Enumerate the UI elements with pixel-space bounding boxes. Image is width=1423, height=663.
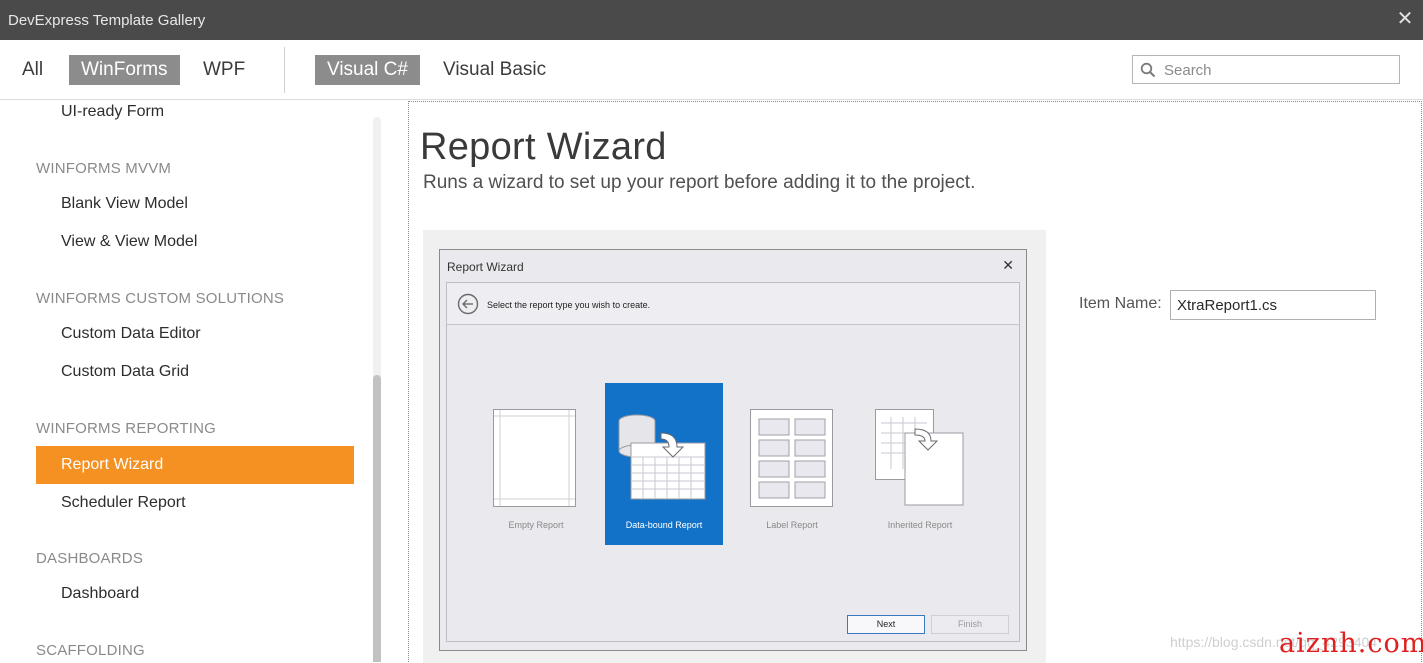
sidebar-item-partial[interactable]: UI-ready Form: [36, 101, 354, 131]
sidebar-scrollbar-thumb[interactable]: [373, 375, 381, 662]
search-input[interactable]: [1164, 59, 1394, 81]
data-bound-report-icon: [618, 414, 706, 500]
template-detail-panel: Report Wizard Runs a wizard to set up yo…: [408, 101, 1422, 663]
filter-wpf-button[interactable]: WPF: [191, 55, 257, 85]
language-csharp-button[interactable]: Visual C#: [315, 55, 420, 85]
report-type-label-label: Label Report: [766, 520, 818, 530]
report-type-inherited: Inherited Report: [861, 383, 979, 545]
toolbar: All WinForms WPF Visual C# Visual Basic: [0, 40, 1423, 100]
sidebar-group-mvvm: WINFORMS MVVM: [36, 160, 172, 177]
sidebar-group-reporting: WINFORMS REPORTING: [36, 420, 216, 437]
label-report-icon: [750, 409, 833, 507]
sidebar-item-scheduler-report[interactable]: Scheduler Report: [36, 484, 354, 522]
sidebar-item-dashboard[interactable]: Dashboard: [36, 575, 354, 613]
sidebar-group-dashboards: DASHBOARDS: [36, 550, 144, 567]
sidebar-group-scaffolding: SCAFFOLDING: [36, 642, 145, 659]
template-title: Report Wizard: [420, 126, 667, 168]
sidebar-item-report-wizard[interactable]: Report Wizard: [36, 446, 354, 484]
report-type-empty-label: Empty Report: [508, 520, 564, 530]
wizard-prompt: Select the report type you wish to creat…: [487, 300, 651, 310]
search-box[interactable]: [1132, 55, 1400, 84]
close-icon[interactable]: ✕: [1395, 8, 1415, 30]
wizard-finish-button: Finish: [931, 615, 1009, 634]
toolbar-divider: [284, 47, 285, 93]
filter-winforms-button[interactable]: WinForms: [69, 55, 180, 85]
wizard-body: Select the report type you wish to creat…: [446, 282, 1020, 642]
sidebar-item-view-view-model[interactable]: View & View Model: [36, 223, 354, 261]
sidebar-item-custom-data-grid[interactable]: Custom Data Grid: [36, 353, 354, 391]
report-type-data-bound: Data-bound Report: [605, 383, 723, 545]
wizard-dialog-title: Report Wizard: [447, 260, 524, 274]
wizard-dialog-preview: Report Wizard ✕ Select the report type y…: [439, 249, 1027, 651]
language-vb-button[interactable]: Visual Basic: [431, 55, 558, 85]
filter-all-button[interactable]: All: [10, 55, 55, 85]
report-type-data-bound-label: Data-bound Report: [625, 520, 703, 530]
item-name-label: Item Name:: [1079, 295, 1162, 312]
sidebar-item-blank-view-model[interactable]: Blank View Model: [36, 185, 354, 223]
wizard-header: Select the report type you wish to creat…: [447, 283, 1019, 325]
template-sidebar: UI-ready Form WINFORMS MVVM Blank View M…: [0, 101, 387, 662]
brand-watermark: aiznh.com: [1279, 628, 1423, 659]
sidebar-group-custom-solutions: WINFORMS CUSTOM SOLUTIONS: [36, 290, 285, 307]
item-name-input[interactable]: [1170, 290, 1376, 320]
window-title: DevExpress Template Gallery: [8, 12, 206, 29]
sidebar-item-custom-data-editor[interactable]: Custom Data Editor: [36, 315, 354, 353]
inherited-report-icon: [875, 409, 964, 506]
report-type-empty: Empty Report: [477, 383, 595, 545]
title-bar: DevExpress Template Gallery ✕: [0, 0, 1423, 40]
report-type-label: Label Report: [733, 383, 851, 545]
search-icon: [1140, 62, 1156, 78]
wizard-next-button: Next: [847, 615, 925, 634]
template-description: Runs a wizard to set up your report befo…: [423, 172, 976, 193]
back-arrow-icon: [457, 293, 479, 315]
empty-report-icon: [493, 409, 576, 507]
template-preview: Report Wizard ✕ Select the report type y…: [423, 230, 1046, 663]
report-type-inherited-label: Inherited Report: [887, 520, 953, 530]
wizard-close-icon: ✕: [1002, 257, 1014, 273]
